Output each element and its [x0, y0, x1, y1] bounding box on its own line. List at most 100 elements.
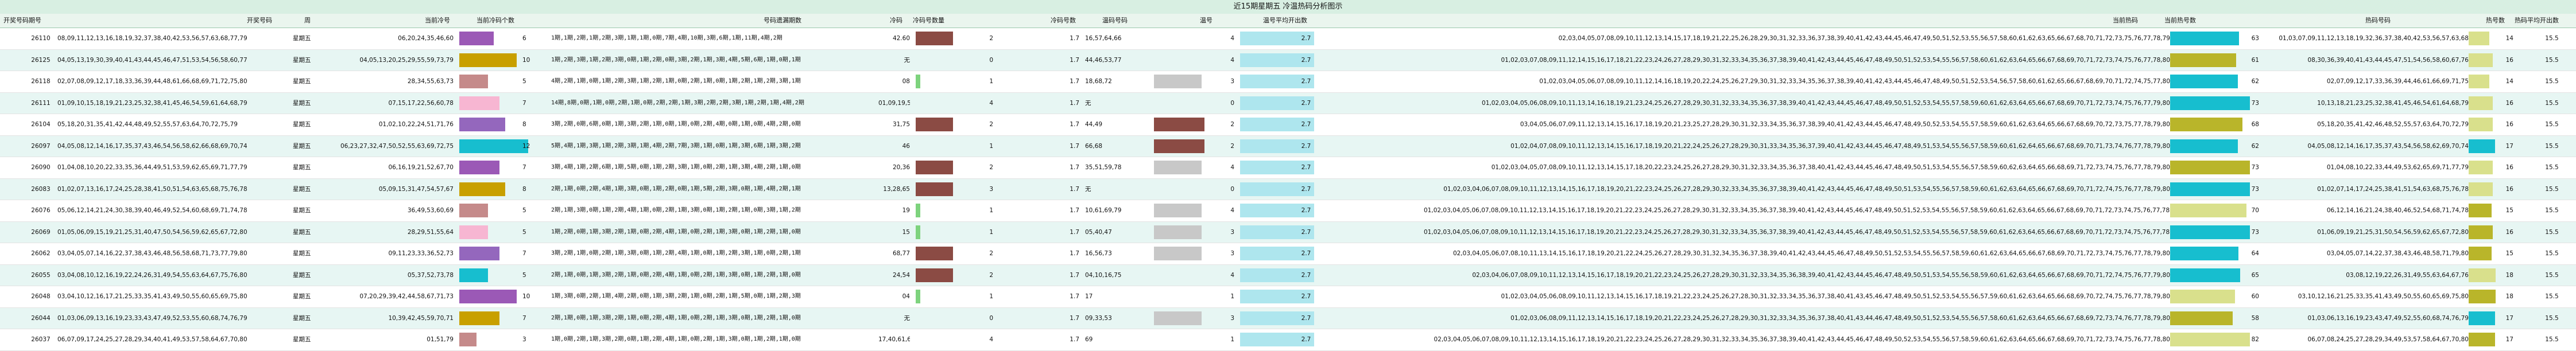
hot-cell: 02,03,04,05,07,08,09,10,11,12,13,14,15,1… [1558, 35, 2170, 42]
hot-count-bar [2469, 139, 2495, 153]
week-cell: 星期五 [293, 35, 311, 42]
coldnum-cell: 4 [989, 99, 993, 107]
coldnum-cell: 2 [989, 35, 993, 42]
table-row: 26055 03,04,08,10,12,16,19,22,24,26,31,49… [0, 264, 2576, 286]
hot-count-bar [2469, 161, 2493, 174]
hotn-cell: 63 [2251, 35, 2259, 42]
coldnum-cell: 1 [989, 293, 993, 300]
data-table: 26110 08,09,11,12,13,16,18,19,32,37,38,40… [0, 28, 2576, 351]
hotc-cell: 17 [2505, 336, 2513, 343]
wnum-cell: 1.7 [1070, 78, 1079, 85]
warm-num-bar [1154, 75, 1202, 88]
issue-cell: 26062 [31, 250, 51, 257]
hotnums-cell: 01,02,07,14,17,24,25,38,41,51,54,63,68,7… [2317, 185, 2469, 193]
week-cell: 星期五 [293, 293, 311, 300]
cold-count-cell: 7 [522, 164, 526, 171]
numbers-cell: 06,07,09,17,24,25,27,28,29,34,40,41,49,5… [57, 336, 247, 343]
coldnum-cell: 2 [989, 271, 993, 279]
hotnums-cell: 03,10,12,16,21,25,33,35,41,43,49,50,55,6… [2298, 293, 2469, 300]
hot-count-bar [2469, 96, 2493, 110]
numbers-cell: 04,05,13,19,30,39,40,41,43,44,45,46,47,5… [57, 56, 247, 64]
coldnum-cell: 1 [989, 228, 993, 236]
table-row: 26110 08,09,11,12,13,16,18,19,32,37,38,40… [0, 28, 2576, 50]
wavg-cell: 2.7 [1301, 185, 1311, 193]
coldsum-cell: 19 [902, 207, 910, 214]
warm-cell: 16,56,73 [1085, 250, 1112, 257]
cold-count-bar [459, 118, 505, 131]
warm-cell: 05,40,47 [1085, 228, 1112, 236]
header-week: 周 [304, 17, 311, 24]
havg-cell: 15.5 [2545, 250, 2559, 257]
hot-num-bar [2170, 139, 2238, 153]
missing-cell: 1期,1期,2期,1期,2期,3期,1期,1期,0期,7期,4期,10期,3期,… [551, 35, 783, 41]
hot-cell: 01,02,03,04,05,07,08,09,10,11,12,13,14,1… [1491, 164, 2170, 171]
wnum-cell: 1.7 [1070, 142, 1079, 150]
warm-cell: 10,61,69,79 [1085, 207, 1122, 214]
week-cell: 星期五 [293, 78, 311, 85]
warm-num-bar [1154, 311, 1202, 325]
wnum-cell: 1.7 [1070, 35, 1079, 42]
hot-count-bar [2469, 225, 2493, 239]
header-coldsum: 冷码 [890, 17, 902, 24]
issue-cell: 26069 [31, 228, 51, 236]
cold-cell: 09,11,23,33,36,52,73 [388, 250, 454, 257]
week-cell: 星期五 [293, 56, 311, 64]
hot-count-bar [2469, 268, 2496, 282]
cold-cell: 07,20,29,39,42,44,58,67,71,73 [359, 293, 454, 300]
coldsum-cell: 20,36 [892, 164, 910, 171]
hot-num-bar [2170, 311, 2233, 325]
coldsum-cell: 无 [904, 314, 911, 322]
wnum-cell: 1.7 [1070, 293, 1079, 300]
warmn-cell: 2 [1230, 121, 1234, 128]
coldsum-cell: 04 [902, 293, 910, 300]
hotnums-cell: 02,07,09,12,17,33,36,39,44,46,61,66,69,7… [2326, 78, 2469, 85]
cold-count-cell: 7 [522, 99, 526, 107]
cold-num-bar [916, 225, 920, 239]
hot-num-bar [2170, 53, 2236, 67]
cold-cell: 07,15,17,22,56,60,78 [388, 99, 454, 107]
cold-count-cell: 5 [522, 228, 526, 236]
week-cell: 星期五 [293, 271, 311, 279]
hotnums-cell: 05,18,20,35,41,42,46,48,52,55,57,63,64,7… [2317, 121, 2469, 128]
numbers-cell: 03,04,05,07,14,16,22,37,38,43,46,48,56,5… [57, 250, 247, 257]
header-coldnum: 冷码号数量 [913, 17, 944, 24]
week-cell: 星期五 [293, 121, 311, 128]
cold-cell: 05,09,15,31,47,54,57,67 [378, 185, 454, 193]
cold-count-cell: 10 [522, 293, 530, 300]
wavg-cell: 2.7 [1301, 250, 1311, 257]
cold-count-cell: 10 [522, 56, 530, 64]
warmn-cell: 4 [1230, 56, 1234, 64]
cold-cell: 04,05,13,20,25,29,55,59,73,79 [359, 56, 454, 64]
header-hotn: 当前热号数 [2164, 17, 2196, 24]
week-cell: 星期五 [293, 250, 311, 257]
hotn-cell: 68 [2251, 121, 2259, 128]
hot-count-bar [2469, 333, 2495, 346]
warm-cell: 18,68,72 [1085, 78, 1112, 85]
week-cell: 星期五 [293, 142, 311, 150]
wnum-cell: 1.7 [1070, 164, 1079, 171]
hotc-cell: 16 [2505, 185, 2513, 193]
wnum-cell: 1.7 [1070, 271, 1079, 279]
hot-cell: 02,03,04,05,06,07,08,09,10,11,12,13,14,1… [1434, 336, 2170, 343]
table-row: 26076 05,06,12,14,21,24,30,38,39,40,46,49… [0, 200, 2576, 222]
hot-count-bar [2469, 32, 2489, 45]
wnum-cell: 1.7 [1070, 121, 1079, 128]
warmn-cell: 1 [1230, 336, 1234, 343]
warm-cell: 66,68 [1085, 142, 1103, 150]
cold-num-bar [916, 268, 953, 282]
cold-count-cell: 7 [522, 250, 526, 257]
issue-cell: 26097 [31, 142, 51, 150]
hot-num-bar [2170, 182, 2250, 196]
warmn-cell: 4 [1230, 271, 1234, 279]
cold-num-bar [916, 161, 953, 174]
cold-cell: 06,23,27,32,47,50,52,55,63,69,72,75 [340, 142, 454, 150]
cold-count-bar [459, 32, 494, 45]
warm-num-bar [1154, 161, 1202, 174]
hotn-cell: 64 [2251, 250, 2259, 257]
cold-count-bar [459, 161, 499, 174]
wavg-cell: 2.7 [1301, 336, 1311, 343]
missing-cell: 3期,2期,0期,6期,0期,1期,3期,2期,1期,0期,1期,0期,2期,4… [551, 121, 801, 127]
wavg-cell: 2.7 [1301, 35, 1311, 42]
numbers-cell: 04,05,08,12,14,16,17,35,37,43,46,54,56,5… [57, 142, 247, 150]
coldsum-cell: 08 [902, 78, 910, 85]
